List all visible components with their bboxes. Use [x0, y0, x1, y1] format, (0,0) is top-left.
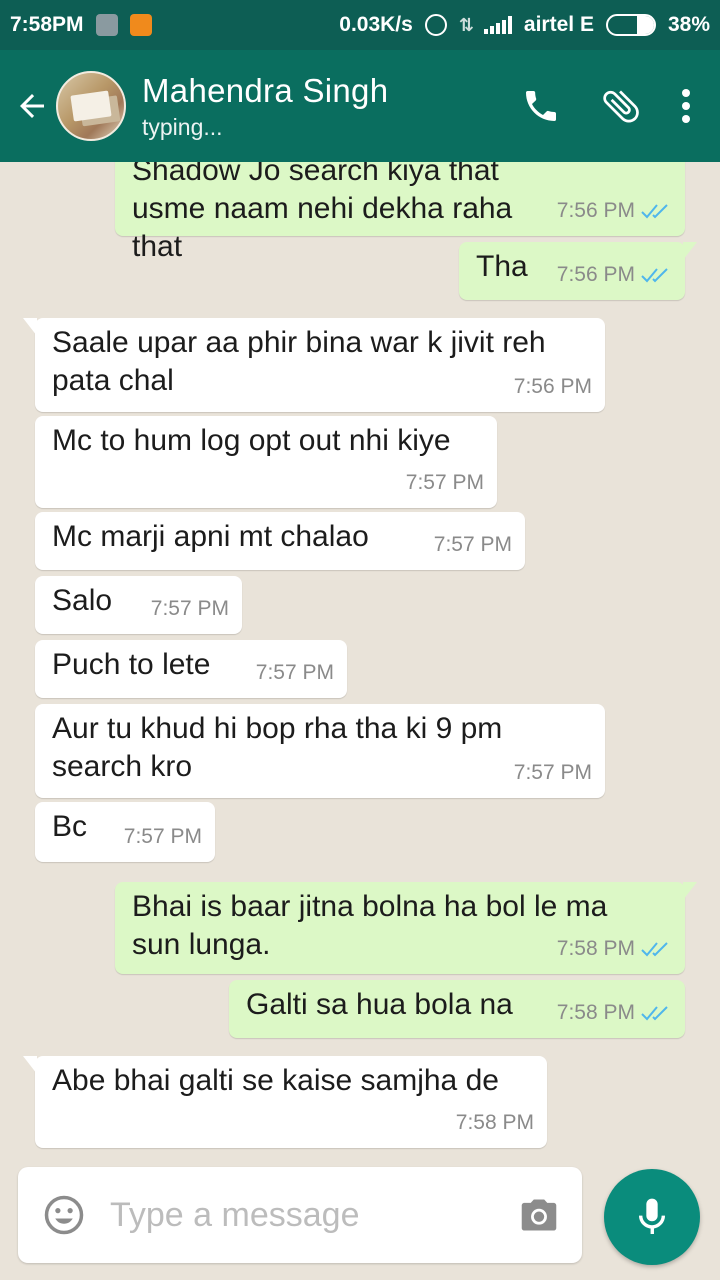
attach-icon — [603, 90, 639, 123]
message-time: 7:57 PM — [255, 661, 334, 684]
back-button[interactable] — [0, 50, 56, 162]
message-time: 7:57 PM — [433, 533, 512, 556]
emoji-icon — [44, 1195, 84, 1235]
screenshot-app-icon — [95, 14, 118, 36]
notification-app-icon — [129, 14, 152, 36]
message-bubble-outgoing[interactable]: Tha 7:56 PM — [459, 242, 697, 300]
message-composer — [18, 1167, 582, 1263]
message-text: Tha — [476, 250, 528, 283]
message-bubble-incoming[interactable]: Abe bhai galti se kaise samjha de 7:58 P… — [23, 1056, 547, 1148]
voice-record-button[interactable] — [604, 1169, 700, 1265]
chat-area[interactable]: Shadow Jo search kiya that usme naam neh… — [0, 162, 720, 1168]
attach-button[interactable] — [586, 71, 656, 141]
phone-icon — [526, 91, 556, 121]
message-text: Puch to lete — [52, 648, 211, 681]
message-bubble-incoming[interactable]: Mc marji apni mt chalao 7:57 PM — [35, 512, 525, 570]
message-bubble-incoming[interactable]: Puch to lete 7:57 PM — [35, 640, 347, 698]
contact-info[interactable]: Mahendra Singh typing... — [142, 72, 388, 141]
battery-icon — [605, 14, 656, 36]
message-bubble-outgoing[interactable]: Bhai is baar jitna bolna ha bol le ma su… — [115, 882, 697, 974]
contact-status: typing... — [142, 113, 223, 140]
data-arrows-icon: ⇅ — [458, 14, 474, 35]
message-time: 7:58 PM — [556, 937, 635, 960]
alarm-icon — [424, 14, 447, 36]
message-time: 7:57 PM — [150, 597, 229, 620]
message-text: Galti sa hua bola na — [246, 988, 513, 1021]
message-time: 7:58 PM — [455, 1111, 534, 1134]
message-time: 7:56 PM — [556, 263, 635, 286]
battery-percent: 38% — [667, 13, 710, 36]
double-check-icon — [641, 204, 668, 219]
message-text: Mc to hum log opt out nhi kiye — [52, 424, 451, 457]
carrier-label: airtel E — [523, 13, 594, 36]
message-bubble-incoming[interactable]: Salo 7:57 PM — [35, 576, 242, 634]
more-options-button[interactable] — [666, 71, 706, 141]
message-bubble-incoming[interactable]: Aur tu khud hi bop rha tha ki 9 pm searc… — [35, 704, 605, 798]
network-speed: 0.03K/s — [339, 13, 413, 36]
message-bubble-incoming[interactable]: Bc 7:57 PM — [35, 802, 215, 862]
message-text: Saale upar aa phir bina war k jivit reh … — [52, 326, 546, 397]
camera-button[interactable] — [504, 1167, 574, 1263]
message-bubble-outgoing[interactable]: Galti sa hua bola na 7:58 PM — [229, 980, 685, 1038]
mic-icon — [638, 1198, 666, 1234]
more-vert-icon — [682, 89, 690, 123]
call-button[interactable] — [506, 71, 576, 141]
message-time: 7:58 PM — [556, 1001, 635, 1024]
message-bubble-incoming[interactable]: Mc to hum log opt out nhi kiye 7:57 PM — [35, 416, 497, 508]
status-bar: 7:58PM 0.03K/s ⇅ airtel E 38% — [0, 0, 720, 50]
message-text: Mc marji apni mt chalao — [52, 520, 369, 553]
message-text: Abe bhai galti se kaise samjha de — [52, 1064, 499, 1097]
status-time: 7:58PM — [10, 13, 84, 36]
contact-name: Mahendra Singh — [142, 71, 389, 109]
message-text: Salo — [52, 584, 113, 617]
double-check-icon — [641, 942, 668, 957]
message-time: 7:57 PM — [123, 825, 202, 848]
message-bubble-incoming[interactable]: Saale upar aa phir bina war k jivit reh … — [23, 318, 605, 412]
avatar[interactable] — [56, 71, 126, 141]
message-input[interactable] — [110, 1185, 500, 1245]
camera-icon — [521, 1199, 557, 1231]
signal-icon — [483, 16, 512, 34]
chat-header: Mahendra Singh typing... — [0, 50, 720, 162]
emoji-button[interactable] — [18, 1167, 110, 1263]
message-bubble-outgoing[interactable]: Shadow Jo search kiya that usme naam neh… — [115, 162, 685, 263]
message-time: 7:57 PM — [513, 761, 592, 784]
message-time: 7:57 PM — [405, 471, 484, 494]
back-arrow-icon — [20, 94, 44, 118]
double-check-icon — [641, 268, 668, 283]
double-check-icon — [641, 1006, 668, 1021]
message-text: Aur tu khud hi bop rha tha ki 9 pm searc… — [52, 712, 503, 783]
message-time: 7:56 PM — [556, 199, 635, 222]
message-text: Bc — [52, 810, 88, 843]
message-time: 7:56 PM — [513, 375, 592, 398]
